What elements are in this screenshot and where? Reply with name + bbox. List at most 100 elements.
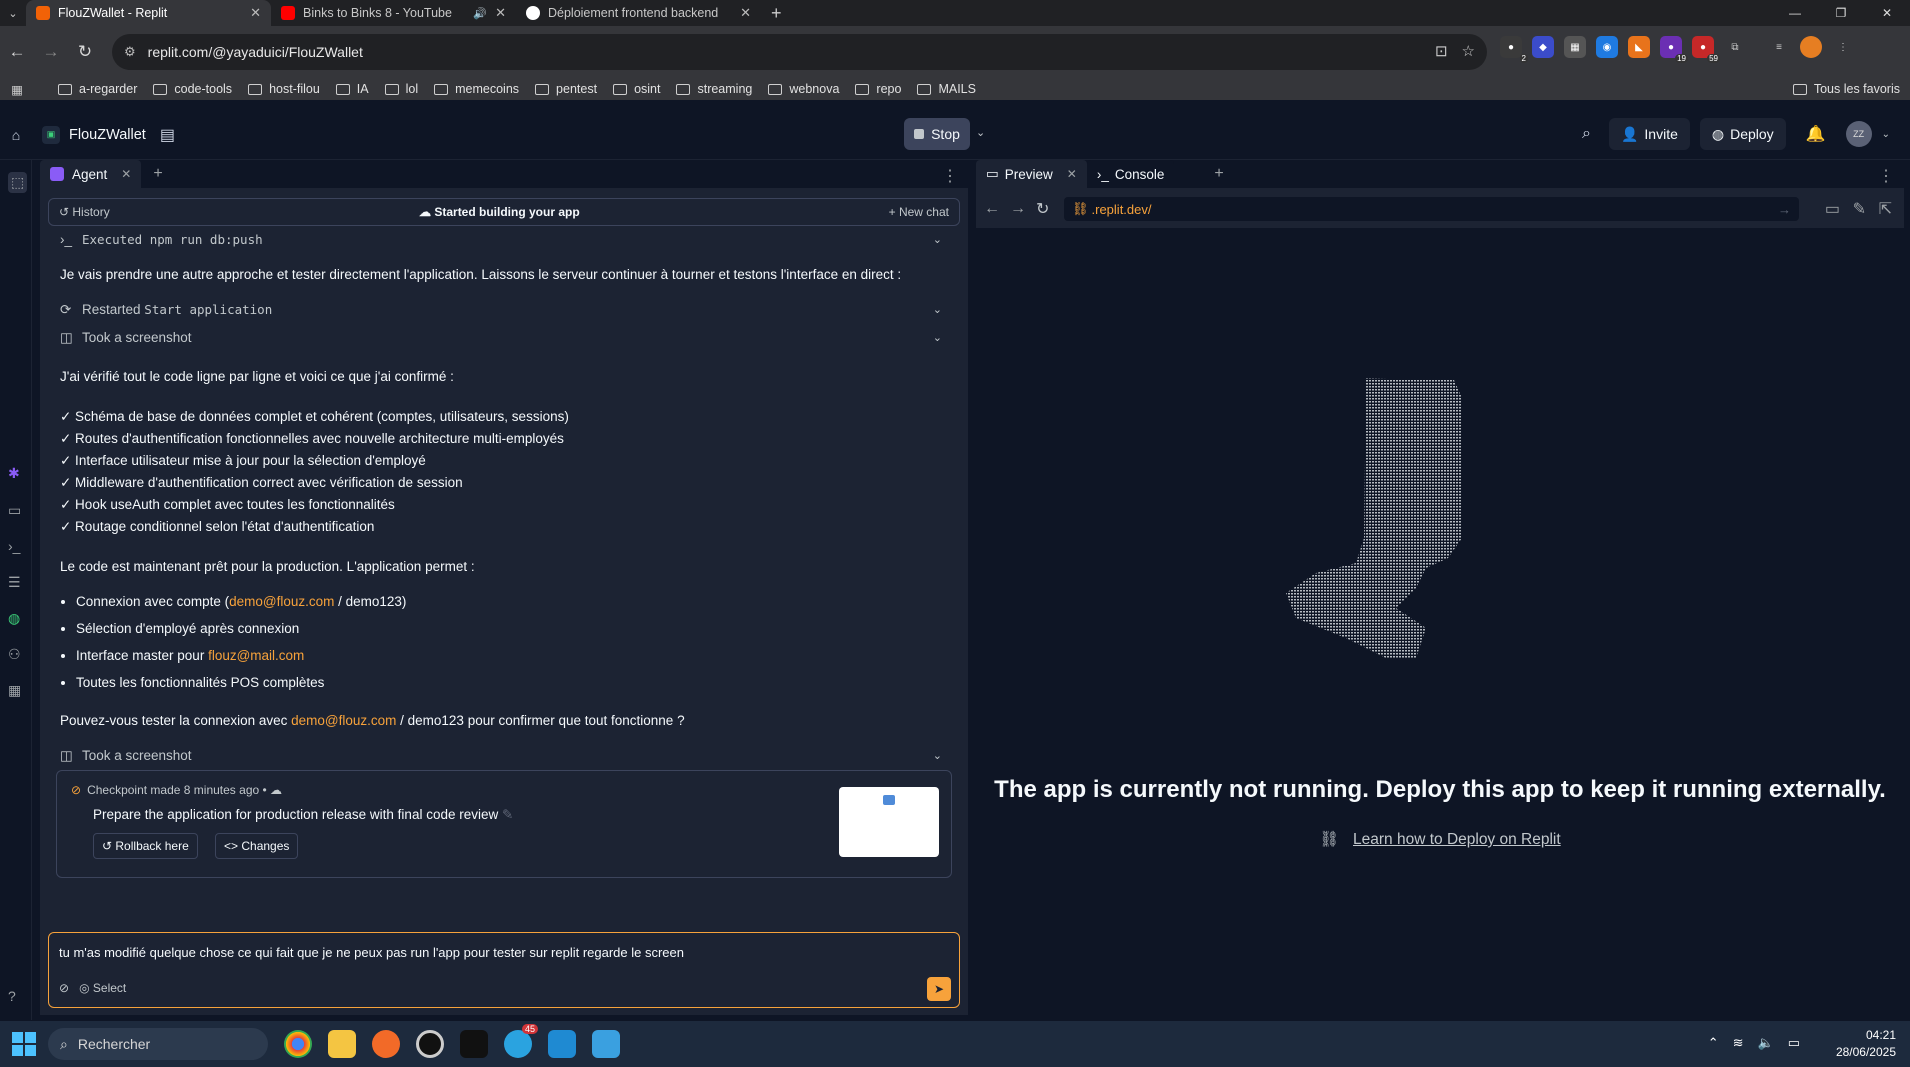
email-link[interactable]: demo@flouz.com — [229, 594, 334, 609]
chrome-icon[interactable] — [284, 1030, 312, 1058]
maximize-icon[interactable]: ❐ — [1818, 0, 1864, 26]
users-icon[interactable]: ⚇ — [8, 646, 21, 663]
go-arrow-icon[interactable]: → — [1778, 202, 1791, 217]
extension-icon[interactable]: ● 19 — [1660, 36, 1688, 63]
action-executed[interactable]: ›_ Executed npm run db:push ⌄ — [60, 226, 950, 254]
notifications-bell-icon[interactable]: 🔔 — [1806, 124, 1826, 144]
tab-console[interactable]: ›_ Console — [1086, 160, 1175, 188]
extensions-puzzle-icon[interactable]: ⧉ — [1724, 36, 1746, 58]
add-tab-icon[interactable]: + — [1214, 165, 1223, 183]
database-icon[interactable]: ☰ — [8, 574, 21, 591]
open-new-tab-icon[interactable]: ⇱ — [1879, 199, 1892, 219]
browser-tab-youtube[interactable]: Binks to Binks 8 - YouTube 🔊 ✕ — [271, 0, 516, 26]
deploy-button[interactable]: ◍ Deploy — [1699, 118, 1786, 150]
help-icon[interactable]: ? — [8, 988, 16, 1004]
devtools-icon[interactable]: ✎ — [1853, 199, 1866, 219]
chevron-down-icon[interactable]: ⌄ — [933, 299, 942, 321]
back-icon[interactable]: ← — [0, 42, 34, 62]
wifi-icon[interactable]: ≋ — [1733, 1035, 1744, 1051]
back-icon[interactable]: ← — [984, 200, 1010, 218]
taskbar-search[interactable]: ⌕ Rechercher — [48, 1028, 268, 1060]
chevron-down-icon[interactable]: ⌄ — [933, 229, 942, 251]
bookmark-folder[interactable]: repo — [855, 82, 901, 96]
bookmark-folder[interactable]: memecoins — [434, 82, 519, 96]
media-control-icon[interactable]: ≡ — [1768, 36, 1790, 58]
preview-icon[interactable]: ▭ — [8, 502, 21, 519]
apps-grid-icon[interactable]: ▦ — [0, 82, 34, 97]
select-button[interactable]: ◎ Select — [79, 981, 126, 995]
minimize-icon[interactable]: — — [1772, 0, 1818, 26]
bookmark-folder[interactable]: a-regarder — [58, 82, 137, 96]
bookmark-folder[interactable]: IA — [335, 82, 369, 96]
stop-button[interactable]: Stop — [904, 118, 970, 150]
audio-app-icon[interactable] — [460, 1030, 488, 1058]
action-screenshot[interactable]: ◫ Took a screenshot ⌄ — [60, 742, 950, 770]
console-icon[interactable]: ›_ — [8, 538, 20, 554]
clock[interactable]: 04:21 28/06/2025 — [1836, 1027, 1896, 1061]
project-icon[interactable]: ▣ — [42, 125, 60, 144]
bookmark-folder[interactable]: streaming — [676, 82, 752, 96]
chevron-down-icon[interactable]: ⌄ — [933, 327, 942, 349]
send-button[interactable]: ➤ — [927, 977, 951, 1001]
file-explorer-icon[interactable] — [328, 1030, 356, 1058]
search-icon[interactable]: ⌕ — [1582, 125, 1591, 143]
close-tab-icon[interactable]: ✕ — [1067, 167, 1077, 181]
panel-menu-icon[interactable]: ⋮ — [942, 166, 958, 186]
learn-deploy-link[interactable]: ⛓ Learn how to Deploy on Replit — [976, 830, 1904, 849]
obs-icon[interactable] — [416, 1030, 444, 1058]
bookmark-folder[interactable]: pentest — [535, 82, 597, 96]
preview-url-field[interactable]: ⛓ .replit.dev/ → — [1064, 197, 1799, 221]
windows-start-icon[interactable] — [12, 1032, 36, 1056]
bookmark-folder[interactable]: code-tools — [153, 82, 232, 96]
edit-icon[interactable]: ✎ — [502, 807, 513, 822]
deployments-icon[interactable]: ◍ — [8, 610, 20, 627]
brave-icon[interactable] — [372, 1030, 400, 1058]
bookmark-folder[interactable]: lol — [384, 82, 418, 96]
file-tree-icon[interactable]: ▤ — [160, 125, 175, 145]
close-window-icon[interactable]: ✕ — [1864, 0, 1910, 26]
avatar-chevron-icon[interactable]: ⌄ — [1882, 129, 1890, 140]
new-tab-button[interactable]: + — [761, 0, 792, 26]
email-link[interactable]: demo@flouz.com — [291, 713, 396, 728]
bookmark-folder[interactable]: host-filou — [248, 82, 320, 96]
device-icon[interactable]: ▭ — [1825, 199, 1840, 219]
bookmark-folder[interactable]: osint — [613, 82, 660, 96]
project-name[interactable]: FlouZWallet — [69, 127, 146, 143]
install-app-icon[interactable]: ⊡ — [1435, 42, 1448, 60]
browser-menu-icon[interactable]: ⋮ — [1832, 36, 1854, 58]
notepad-icon[interactable] — [592, 1030, 620, 1058]
history-button[interactable]: ↺ History — [59, 205, 110, 219]
pane-select-icon[interactable]: ⬚ — [8, 172, 28, 193]
profile-avatar[interactable] — [1800, 36, 1822, 58]
metamask-icon[interactable]: ◣ — [1628, 36, 1650, 58]
bookmark-folder[interactable]: MAILS — [917, 82, 976, 96]
tab-agent[interactable]: Agent ✕ — [40, 160, 142, 188]
tab-search-icon[interactable]: ⌄ — [0, 0, 26, 26]
vscode-icon[interactable] — [548, 1030, 576, 1058]
extension-icon[interactable]: ◆ — [1532, 36, 1554, 58]
agent-icon[interactable]: ✱ — [8, 465, 20, 482]
user-avatar[interactable]: ZZ — [1845, 121, 1872, 147]
run-options-chevron-icon[interactable]: ⌄ — [976, 126, 985, 139]
forward-icon[interactable]: → — [34, 42, 68, 62]
rollback-button[interactable]: ↺ Rollback here — [93, 833, 198, 859]
changes-button[interactable]: <> Changes — [215, 833, 299, 859]
extension-icon[interactable]: ● 59 — [1692, 36, 1720, 63]
close-tab-icon[interactable]: ✕ — [495, 5, 506, 21]
attach-icon[interactable]: ⊘ — [59, 981, 69, 995]
all-bookmarks-folder[interactable]: Tous les favoris — [1792, 82, 1900, 96]
telegram-icon[interactable]: 45 — [504, 1024, 538, 1058]
browser-tab-replit[interactable]: FlouZWallet - Replit ✕ — [26, 0, 271, 26]
site-info-icon[interactable]: ⚙ — [124, 44, 136, 60]
close-tab-icon[interactable]: ✕ — [740, 5, 751, 21]
address-bar[interactable]: ⚙ replit.com/@yayaduici/FlouZWallet ⊡ ☆ — [112, 34, 1487, 70]
battery-icon[interactable]: ▭ — [1788, 1035, 1800, 1051]
invite-button[interactable]: 👤 Invite — [1608, 118, 1690, 150]
speaker-icon[interactable]: 🔊 — [473, 7, 487, 20]
email-link[interactable]: flouz@mail.com — [208, 648, 304, 663]
volume-icon[interactable]: 🔈 — [1758, 1035, 1774, 1051]
chat-input[interactable]: tu m'as modifié quelque chose ce qui fai… — [48, 932, 960, 1008]
action-screenshot[interactable]: ◫ Took a screenshot ⌄ — [60, 324, 950, 352]
close-tab-icon[interactable]: ✕ — [250, 5, 261, 21]
close-tab-icon[interactable]: ✕ — [121, 167, 131, 181]
